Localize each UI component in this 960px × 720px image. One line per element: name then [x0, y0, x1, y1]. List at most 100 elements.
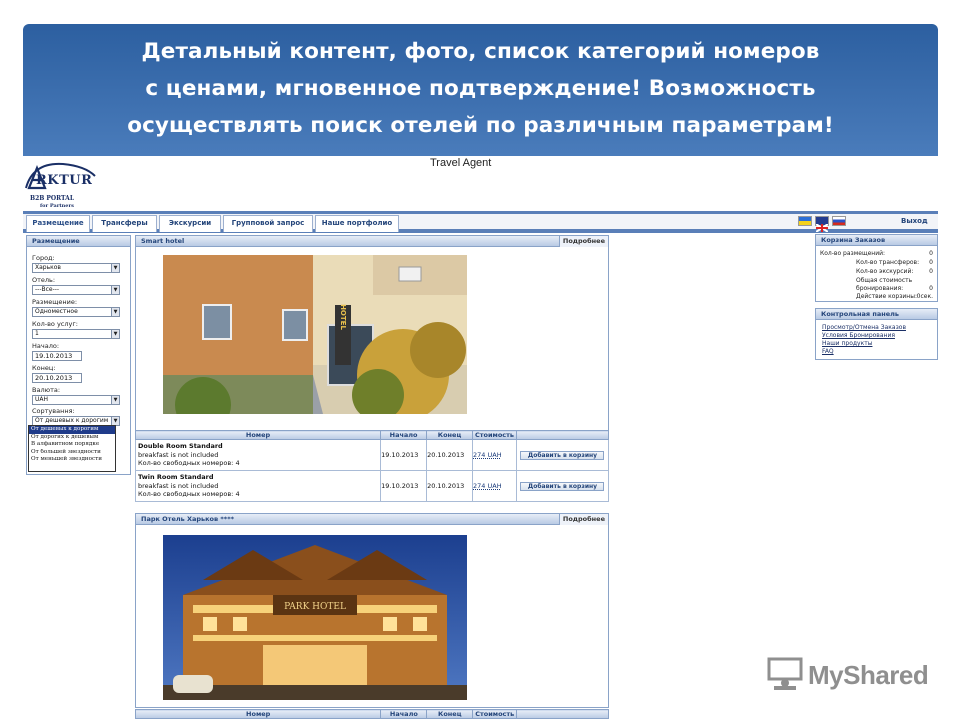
- products-link[interactable]: Наши продукты: [822, 340, 872, 347]
- chevron-down-icon: ▼: [111, 308, 119, 316]
- col-header-price: Стоимость: [472, 430, 517, 440]
- room-note: breakfast is not included: [138, 450, 219, 459]
- placement-select[interactable]: Одноместное ▼: [32, 307, 120, 317]
- col-header-end: Конец: [426, 709, 474, 719]
- ru-flag-icon[interactable]: [832, 216, 846, 226]
- room-cell: Twin Room Standard breakfast is not incl…: [134, 470, 382, 502]
- logo-tagline: for Partners: [40, 203, 74, 209]
- table-row: Double Room Standard breakfast is not in…: [134, 439, 610, 471]
- tab-group-request[interactable]: Групповой запрос: [223, 215, 313, 232]
- add-to-cart-button[interactable]: Добавить в корзину: [520, 481, 605, 491]
- uk-flag-icon[interactable]: [815, 216, 829, 233]
- start-date-input[interactable]: 19.10.2013: [32, 351, 82, 361]
- services-value: 1: [35, 330, 39, 337]
- col-header-action: [516, 709, 609, 719]
- table-header-row: Номер Начало Конец Стоимость: [134, 709, 609, 719]
- logo-text: RKTUR: [36, 173, 93, 188]
- details-link[interactable]: Подробнее: [558, 236, 608, 247]
- services-select[interactable]: 1 ▼: [32, 329, 120, 339]
- hotel-label: Отель:: [32, 276, 56, 284]
- sort-option[interactable]: От большей звездности: [29, 449, 115, 457]
- watermark-text: MyShared: [808, 660, 929, 690]
- start-date-label: Начало:: [32, 342, 60, 350]
- details-link[interactable]: Подробнее: [558, 514, 608, 525]
- rooms-table-smart: Номер Начало Конец Стоимость Double Room…: [134, 430, 610, 502]
- sort-option[interactable]: От дорогих к дешевым: [29, 434, 115, 442]
- cart-row-label: Действие корзины:: [856, 293, 917, 300]
- col-header-end: Конец: [426, 430, 474, 440]
- currency-select[interactable]: UAH ▼: [32, 395, 120, 405]
- cart-panel-header: Корзина Заказов: [816, 235, 937, 246]
- main-nav: Размещение Трансферы Экскурсии Групповой…: [23, 211, 938, 233]
- room-note: breakfast is not included: [138, 481, 219, 490]
- col-header-room: Номер: [134, 709, 382, 719]
- hotel-select[interactable]: ---Все--- ▼: [32, 285, 120, 295]
- room-price[interactable]: 274 UAH: [473, 451, 502, 459]
- banner-line-3: осуществлять поиск отелей по различным п…: [127, 113, 834, 138]
- sort-label: Сортування:: [32, 407, 75, 415]
- sort-option[interactable]: От меньшей звездности: [29, 456, 115, 464]
- language-flags: [798, 216, 848, 233]
- logo-subtitle: B2B PORTAL: [30, 195, 75, 202]
- faq-link[interactable]: FAQ: [822, 348, 834, 355]
- arktur-logo[interactable]: RKTUR B2B PORTAL for Partners: [23, 160, 103, 209]
- cart-row-value: 0: [929, 259, 933, 266]
- hotel-photo[interactable]: HOTEL: [163, 255, 467, 414]
- col-header-action: [515, 430, 610, 440]
- chevron-down-icon: ▼: [111, 417, 119, 425]
- placement-value: Одноместное: [35, 308, 78, 315]
- hotel-sign-text: HOTEL: [339, 304, 347, 330]
- add-to-cart-button[interactable]: Добавить в корзину: [520, 450, 605, 460]
- room-name: Double Room Standard: [138, 442, 223, 451]
- city-value: Харьков: [35, 264, 61, 271]
- room-price[interactable]: 274 UAH: [473, 482, 502, 490]
- city-select[interactable]: Харьков ▼: [32, 263, 120, 273]
- room-availability: Кол-во свободных номеров: 4: [138, 490, 240, 499]
- room-action-cell: Добавить в корзину: [515, 439, 610, 471]
- room-action-cell: Добавить в корзину: [515, 470, 610, 502]
- room-name: Twin Room Standard: [138, 473, 214, 482]
- city-label: Город:: [32, 254, 55, 262]
- ua-flag-icon[interactable]: [798, 216, 812, 226]
- hotel-sign-text: PARK HOTEL: [284, 602, 346, 612]
- search-panel-header: Размещение: [27, 236, 130, 247]
- cart-panel: Корзина Заказов Кол-во размещений: 0 Кол…: [815, 234, 938, 302]
- hotel-card-header: Smart hotel Подробнее: [136, 236, 608, 247]
- end-date-input[interactable]: 20.10.2013: [32, 373, 82, 383]
- placement-label: Размещение:: [32, 298, 78, 306]
- col-header-start: Начало: [380, 709, 428, 719]
- table-row: Twin Room Standard breakfast is not incl…: [134, 470, 610, 502]
- currency-label: Валюта:: [32, 386, 61, 394]
- hotel-photo[interactable]: PARK HOTEL: [163, 535, 467, 700]
- app-screenshot: RKTUR B2B PORTAL for Partners Travel Age…: [23, 156, 938, 720]
- tab-placement[interactable]: Размещение: [26, 215, 90, 232]
- sort-option[interactable]: В алфавитном порядке: [29, 441, 115, 449]
- slide-banner: Детальный контент, фото, список категори…: [23, 24, 938, 156]
- park-hotel-image: PARK HOTEL: [163, 535, 467, 700]
- orders-link[interactable]: Просмотр/Отмена Заказов: [822, 324, 906, 331]
- room-start: 19.10.2013: [380, 470, 428, 502]
- sort-option[interactable]: От дешевых к дорогим: [29, 426, 115, 434]
- col-header-start: Начало: [380, 430, 428, 440]
- exit-link[interactable]: Выход: [901, 217, 928, 225]
- room-end: 20.10.2013: [426, 470, 474, 502]
- hotel-name: Парк Отель Харьков ****: [141, 515, 234, 523]
- banner-line-2: с ценами, мгновенное подтверждение! Возм…: [145, 76, 816, 101]
- hotel-name: Smart hotel: [141, 237, 185, 245]
- tab-transfers[interactable]: Трансферы: [92, 215, 157, 232]
- table-header-row: Номер Начало Конец Стоимость: [134, 430, 610, 440]
- sort-dropdown-list: От дешевых к дорогим От дорогих к дешевы…: [28, 425, 116, 472]
- tab-excursions[interactable]: Экскурсии: [159, 215, 221, 232]
- tab-portfolio[interactable]: Наше портфолио: [315, 215, 399, 232]
- col-header-room: Номер: [134, 430, 382, 440]
- room-availability: Кол-во свободных номеров: 4: [138, 459, 240, 468]
- cart-row-value: 0сек.: [916, 293, 933, 300]
- control-panel: Контрольная панель Просмотр/Отмена Заказ…: [815, 308, 938, 360]
- hotel-card-header: Парк Отель Харьков **** Подробнее: [136, 514, 608, 525]
- chevron-down-icon: ▼: [111, 330, 119, 338]
- rooms-table-park: Номер Начало Конец Стоимость: [134, 709, 609, 719]
- cart-row-value: 0: [929, 285, 933, 292]
- col-header-price: Стоимость: [472, 709, 518, 719]
- booking-terms-link[interactable]: Условия Бронирования: [822, 332, 895, 339]
- myshared-watermark: MyShared: [766, 656, 929, 692]
